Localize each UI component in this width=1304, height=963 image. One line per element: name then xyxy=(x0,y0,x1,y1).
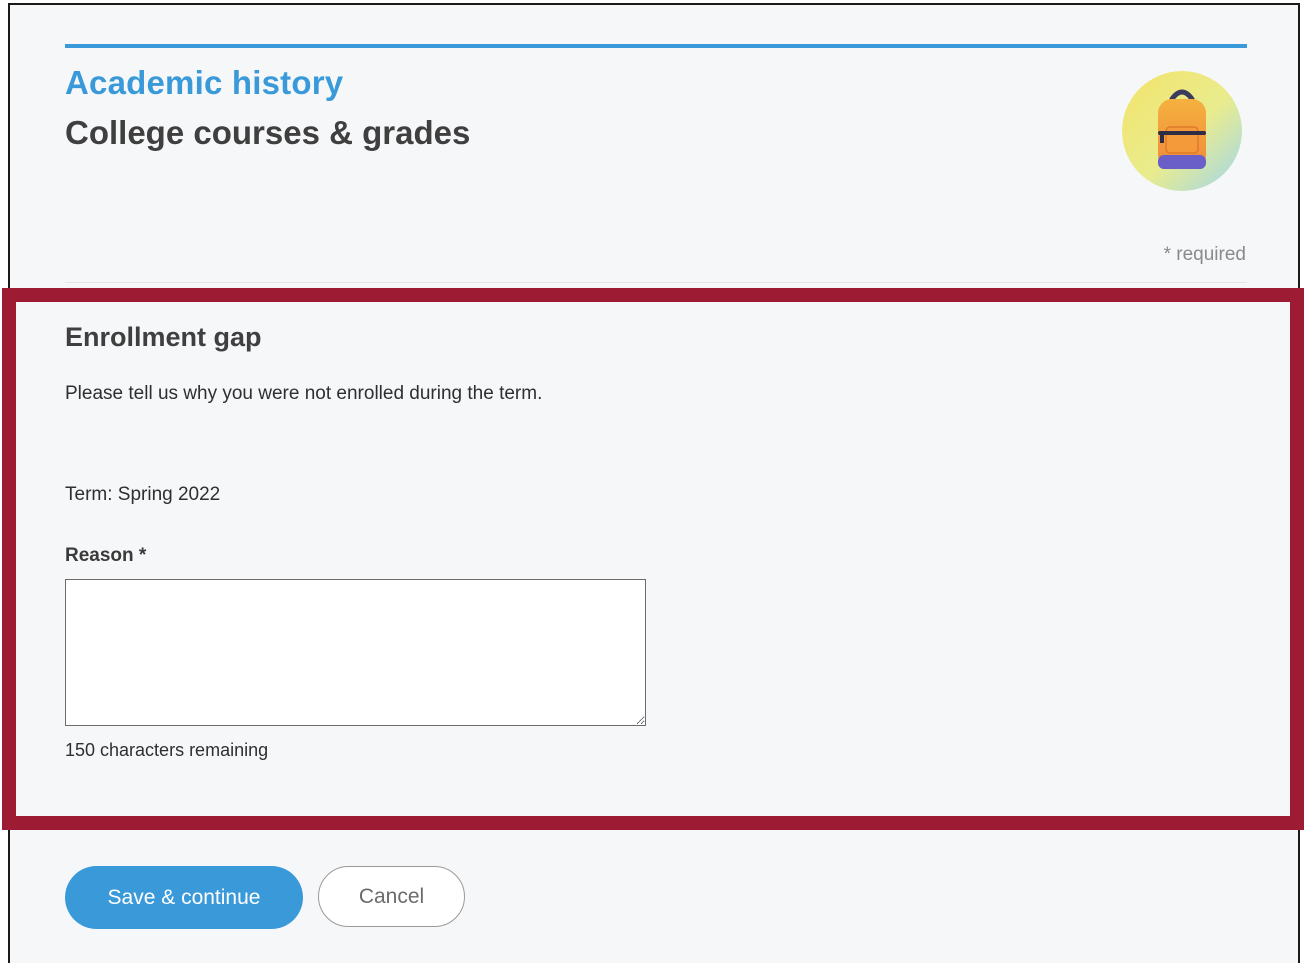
enrollment-gap-instructions: Please tell us why you were not enrolled… xyxy=(65,383,543,404)
required-note: * required xyxy=(1163,244,1246,265)
backpack-icon xyxy=(1122,71,1242,191)
reason-textarea[interactable] xyxy=(65,579,646,726)
term-label: Term: Spring 2022 xyxy=(65,484,221,505)
section-label: Academic history xyxy=(65,64,344,101)
header-divider xyxy=(65,282,1247,283)
enrollment-gap-heading: Enrollment gap xyxy=(65,322,262,352)
cancel-button[interactable]: Cancel xyxy=(318,866,465,927)
characters-remaining: 150 characters remaining xyxy=(65,740,269,760)
header-rule xyxy=(65,44,1247,48)
reason-label: Reason * xyxy=(65,545,147,566)
page-title: College courses & grades xyxy=(65,114,471,151)
save-continue-button[interactable]: Save & continue xyxy=(65,866,303,929)
